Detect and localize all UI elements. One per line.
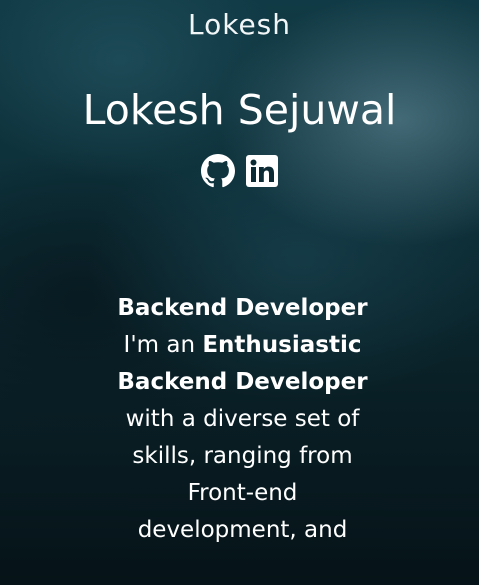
bio-intro: I'm an (123, 332, 196, 358)
brand-logo[interactable]: Lokesh (0, 8, 479, 41)
bio-rest: with a diverse set of skills, ranging fr… (125, 406, 360, 543)
bio-text: Backend Developer I'm an Enthusiastic Ba… (110, 290, 375, 549)
page: Lokesh Lokesh Sejuwal Backend Developer … (0, 0, 479, 585)
github-link[interactable] (200, 154, 235, 188)
hero-name: Lokesh Sejuwal (82, 86, 397, 134)
linkedin-link[interactable] (245, 154, 279, 188)
linkedin-icon (245, 155, 278, 187)
bio-role: Backend Developer (117, 295, 368, 321)
github-icon (200, 154, 235, 188)
social-links (0, 154, 479, 188)
